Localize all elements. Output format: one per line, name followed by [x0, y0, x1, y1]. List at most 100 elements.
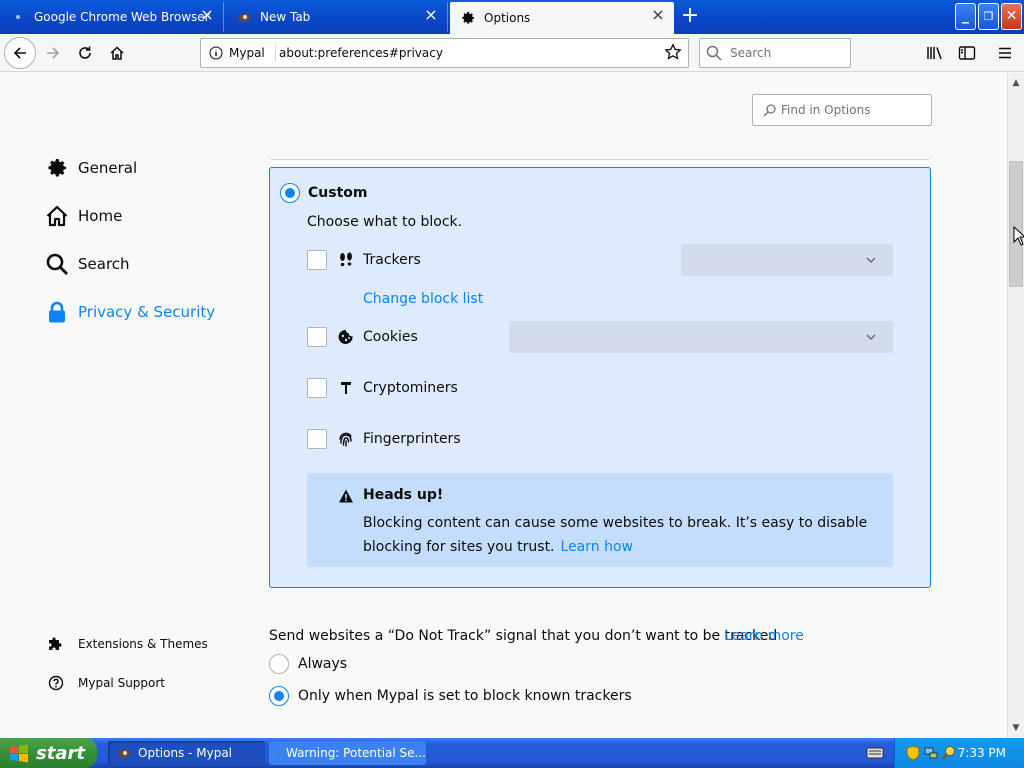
- heads-up-notice: Heads up! Blocking content can cause som…: [307, 473, 893, 567]
- back-button[interactable]: [4, 37, 36, 69]
- close-window-button[interactable]: ✕: [1001, 3, 1022, 30]
- url-text[interactable]: about:preferences#privacy: [279, 39, 443, 67]
- keyboard-icon[interactable]: [866, 745, 884, 761]
- search-bar[interactable]: Search: [699, 38, 851, 68]
- chevron-down-icon: [866, 257, 876, 263]
- category-home[interactable]: Home: [44, 200, 122, 232]
- home-icon: [44, 203, 70, 229]
- scroll-thumb[interactable]: [1009, 161, 1023, 287]
- windows-taskbar: start Options - Mypal Warning: Potential…: [0, 738, 1024, 768]
- identity-label: Mypal: [229, 46, 265, 60]
- cryptominers-checkbox[interactable]: [307, 378, 327, 398]
- close-icon[interactable]: ×: [199, 7, 215, 24]
- tab-label: Google Chrome Web Browser: [34, 10, 210, 24]
- restore-button[interactable]: ❐: [978, 3, 999, 30]
- change-block-list-link[interactable]: Change block list: [363, 291, 483, 307]
- scroll-up-arrow-icon[interactable]: ▲: [1008, 75, 1024, 91]
- heads-up-title: Heads up!: [363, 487, 444, 503]
- preferences-page: Find in Options General Home Search Priv…: [0, 73, 1007, 738]
- bookmark-star-icon[interactable]: [664, 43, 684, 63]
- library-icon: [927, 47, 942, 60]
- search-icon: [763, 104, 776, 117]
- dnt-label: Send websites a “Do Not Track” signal th…: [269, 628, 778, 644]
- url-bar[interactable]: Mypal about:preferences#privacy: [200, 38, 689, 68]
- hamburger-menu-icon: [999, 47, 1011, 59]
- cookies-checkbox[interactable]: [307, 327, 327, 347]
- arrow-right-icon: [47, 47, 60, 59]
- footprints-icon: [337, 251, 355, 269]
- reload-button[interactable]: [70, 38, 100, 68]
- help-icon: [48, 675, 64, 691]
- start-button[interactable]: start: [0, 738, 97, 768]
- mypal-support-link[interactable]: Mypal Support: [48, 673, 165, 693]
- home-icon: [110, 46, 124, 60]
- scroll-down-arrow-icon[interactable]: ▼: [1008, 720, 1024, 736]
- gear-icon: [460, 10, 476, 26]
- fingerprinters-checkbox[interactable]: [307, 429, 327, 449]
- taskbar-item-options[interactable]: Options - Mypal: [108, 741, 265, 765]
- category-label: Search: [78, 255, 130, 273]
- category-search[interactable]: Search: [44, 248, 130, 280]
- hammer-icon: [337, 379, 355, 397]
- close-icon[interactable]: ×: [650, 7, 666, 24]
- magnifier-icon[interactable]: [941, 745, 957, 761]
- home-button[interactable]: [102, 38, 132, 68]
- sidebar-toggle-button[interactable]: [952, 38, 982, 68]
- mypal-icon: [277, 752, 280, 754]
- forward-button[interactable]: [38, 38, 68, 68]
- arrow-left-icon: [13, 47, 26, 59]
- task-label: Warning: Potential Se...: [285, 746, 426, 760]
- cookies-label: Cookies: [363, 329, 418, 345]
- tab-strip: Google Chrome Web Browser × New Tab × Op…: [0, 0, 1024, 34]
- category-privacy-security[interactable]: Privacy & Security: [44, 296, 215, 328]
- warning-icon: [337, 487, 355, 505]
- close-icon[interactable]: ×: [423, 7, 439, 24]
- tab-google-chrome[interactable]: Google Chrome Web Browser ×: [0, 2, 224, 32]
- extensions-themes-link[interactable]: Extensions & Themes: [48, 634, 208, 654]
- site-identity[interactable]: Mypal: [209, 39, 276, 67]
- find-placeholder: Find in Options: [781, 103, 871, 117]
- trackers-dropdown[interactable]: [681, 244, 893, 276]
- lock-icon: [44, 299, 70, 325]
- network-icon[interactable]: [923, 745, 939, 761]
- learn-how-link[interactable]: Learn how: [561, 539, 633, 555]
- previous-section-edge: [269, 155, 931, 160]
- tab-new-tab[interactable]: New Tab ×: [226, 2, 448, 32]
- windows-flag-icon: [10, 744, 28, 763]
- library-button[interactable]: [920, 38, 950, 68]
- search-icon: [44, 251, 70, 277]
- mypal-icon: [236, 9, 252, 25]
- mypal-icon: [118, 748, 130, 758]
- info-icon: [209, 46, 223, 60]
- dnt-learn-more-link[interactable]: Learn more: [724, 628, 804, 644]
- chevron-down-icon: [866, 334, 876, 340]
- gear-icon: [44, 155, 70, 181]
- custom-blocking-panel: Custom Choose what to block. Trackers Ch…: [269, 167, 931, 588]
- cryptominers-label: Cryptominers: [363, 380, 458, 396]
- dnt-only-when-radio[interactable]: [269, 686, 289, 706]
- security-shield-icon[interactable]: [905, 745, 921, 761]
- cookies-dropdown[interactable]: [509, 321, 893, 353]
- page-scrollbar[interactable]: ▲ ▼: [1007, 73, 1024, 738]
- footer-label: Extensions & Themes: [78, 637, 208, 651]
- taskbar-item-warning[interactable]: Warning: Potential Se...: [269, 741, 426, 765]
- clock: 7:33 PM: [957, 746, 1006, 760]
- tab-label: New Tab: [260, 10, 311, 24]
- mouse-cursor-icon: [1013, 226, 1024, 246]
- find-in-options-input[interactable]: Find in Options: [752, 94, 932, 126]
- fingerprinters-label: Fingerprinters: [363, 431, 461, 447]
- menu-button[interactable]: [990, 38, 1020, 68]
- new-tab-button[interactable]: +: [676, 4, 704, 30]
- minimize-button[interactable]: _: [955, 3, 976, 30]
- trackers-label: Trackers: [363, 252, 421, 268]
- fingerprint-icon: [337, 430, 355, 448]
- dnt-always-radio[interactable]: [269, 654, 289, 674]
- heads-up-body: Blocking content can cause some websites…: [363, 511, 873, 559]
- custom-radio[interactable]: [280, 183, 300, 203]
- system-tray: 7:33 PM: [894, 738, 1024, 768]
- tab-options[interactable]: Options ×: [450, 2, 674, 34]
- trackers-checkbox[interactable]: [307, 250, 327, 270]
- dnt-only-when-label: Only when Mypal is set to block known tr…: [298, 688, 632, 704]
- dnt-always-label: Always: [298, 656, 348, 672]
- category-general[interactable]: General: [44, 152, 137, 184]
